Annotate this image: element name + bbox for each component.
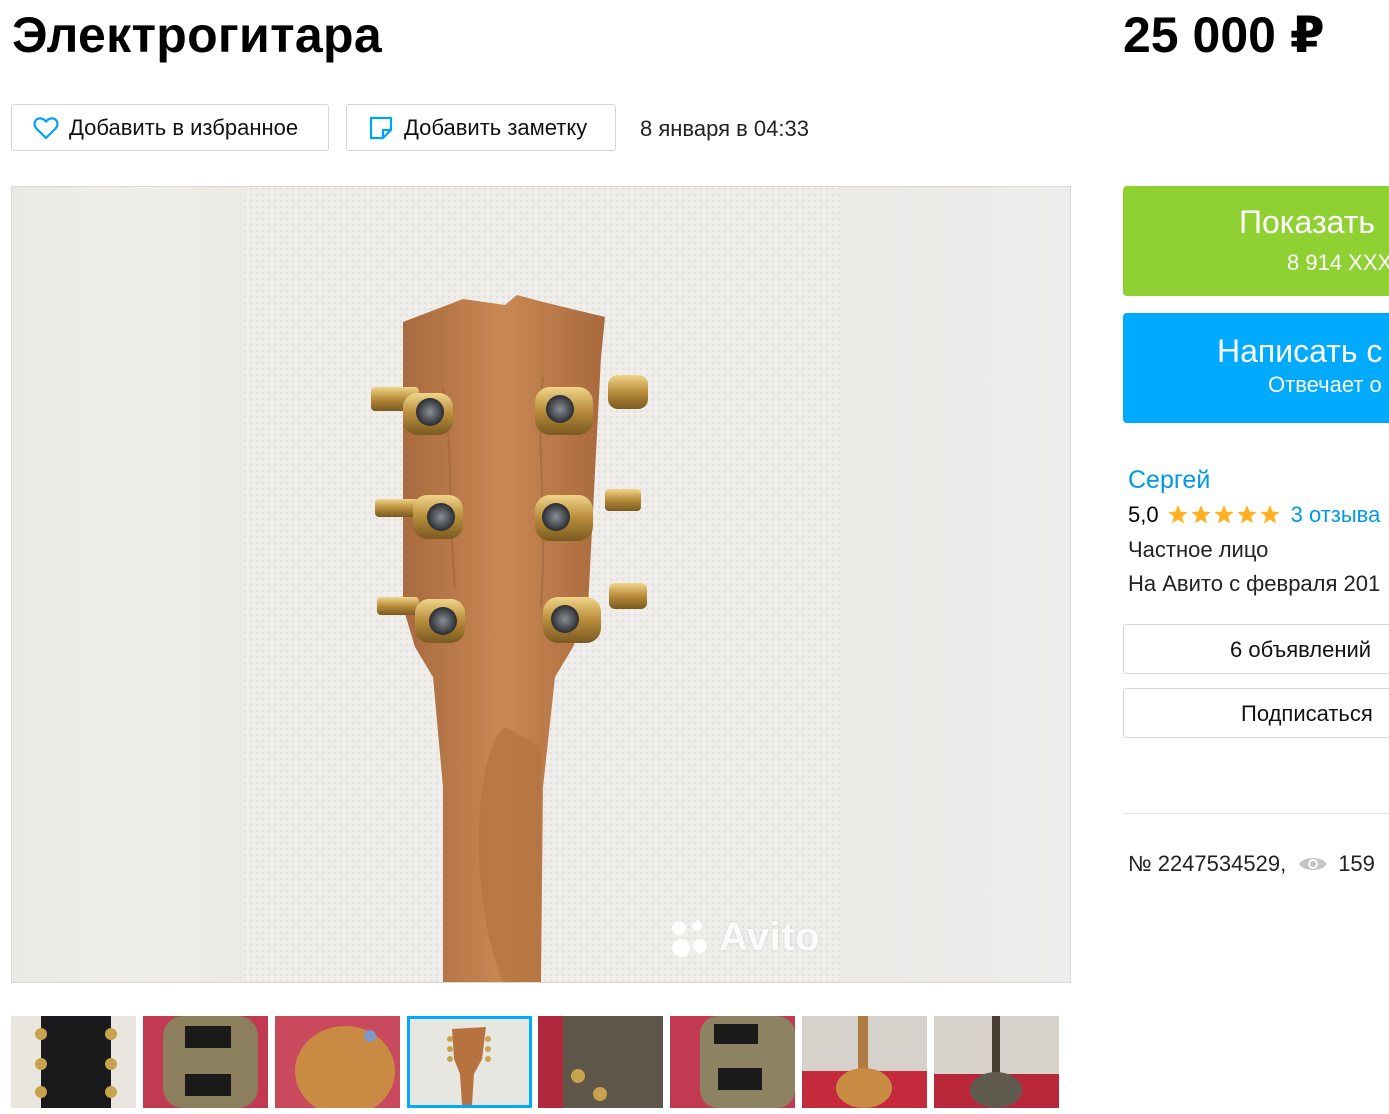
thumbnail-7[interactable] — [802, 1016, 927, 1108]
show-phone-label: Показать — [1239, 204, 1376, 240]
thumbnail-2[interactable] — [143, 1016, 268, 1108]
watermark-text: Avito — [719, 915, 821, 959]
seller-since: На Авито с февраля 201 — [1128, 571, 1381, 596]
response-time-text: Отвечает о — [1268, 372, 1382, 397]
reviews-link[interactable]: 3 отзыва — [1291, 502, 1381, 528]
thumbnail-8[interactable] — [934, 1016, 1059, 1108]
rating-stars — [1167, 504, 1281, 526]
views-count: 159 — [1338, 851, 1375, 876]
write-message-button[interactable]: Написать с Отвечает о — [1123, 313, 1389, 423]
seller-rating: 5,0 3 отзыва — [1128, 502, 1380, 528]
seller-name-link[interactable]: Сергей — [1128, 466, 1210, 495]
write-message-label: Написать с — [1217, 333, 1383, 369]
divider — [1123, 813, 1389, 814]
main-photo — [243, 187, 840, 982]
seller-type: Частное лицо — [1128, 537, 1269, 562]
thumbnail-3[interactable] — [275, 1016, 400, 1108]
thumbnail-6[interactable] — [670, 1016, 795, 1108]
subscribe-button[interactable]: Подписаться — [1123, 688, 1389, 738]
star-icon — [1190, 505, 1211, 524]
thumbnail-1[interactable] — [11, 1016, 136, 1108]
ad-number: № 2247534529, — [1128, 851, 1287, 876]
seller-ads-button[interactable]: 6 объявлений — [1123, 624, 1389, 674]
gallery-backdrop-left — [12, 187, 244, 982]
heart-icon — [32, 114, 60, 142]
main-photo-gallery[interactable]: Avito — [11, 186, 1071, 983]
avito-logo-icon — [672, 920, 707, 957]
add-to-favorites-button[interactable]: Добавить в избранное — [11, 104, 329, 151]
note-icon — [367, 114, 395, 142]
thumbnail-4[interactable] — [407, 1016, 532, 1108]
avito-watermark: Avito — [667, 915, 820, 960]
phone-masked: 8 914 XXX — [1287, 250, 1389, 275]
add-to-favorites-label: Добавить в избранное — [69, 114, 299, 140]
add-note-button[interactable]: Добавить заметку — [346, 104, 616, 151]
publish-date: 8 января в 04:33 — [640, 116, 809, 141]
star-icon — [1236, 505, 1257, 524]
subscribe-label: Подписаться — [1241, 701, 1373, 726]
listing-price: 25 000 ₽ — [1123, 7, 1325, 63]
eye-icon — [1298, 854, 1328, 874]
star-icon — [1213, 505, 1234, 524]
add-note-label: Добавить заметку — [404, 114, 588, 140]
star-icon — [1167, 505, 1188, 524]
ad-meta: № 2247534529, 159 — [1128, 851, 1375, 877]
star-icon — [1259, 505, 1280, 524]
listing-title: Электрогитара — [12, 7, 382, 63]
rating-value: 5,0 — [1128, 502, 1159, 527]
seller-ads-label: 6 объявлений — [1230, 637, 1372, 662]
gallery-backdrop-right — [839, 187, 1070, 982]
show-phone-button[interactable]: Показать 8 914 XXX — [1123, 186, 1389, 296]
thumbnail-5[interactable] — [538, 1016, 663, 1108]
